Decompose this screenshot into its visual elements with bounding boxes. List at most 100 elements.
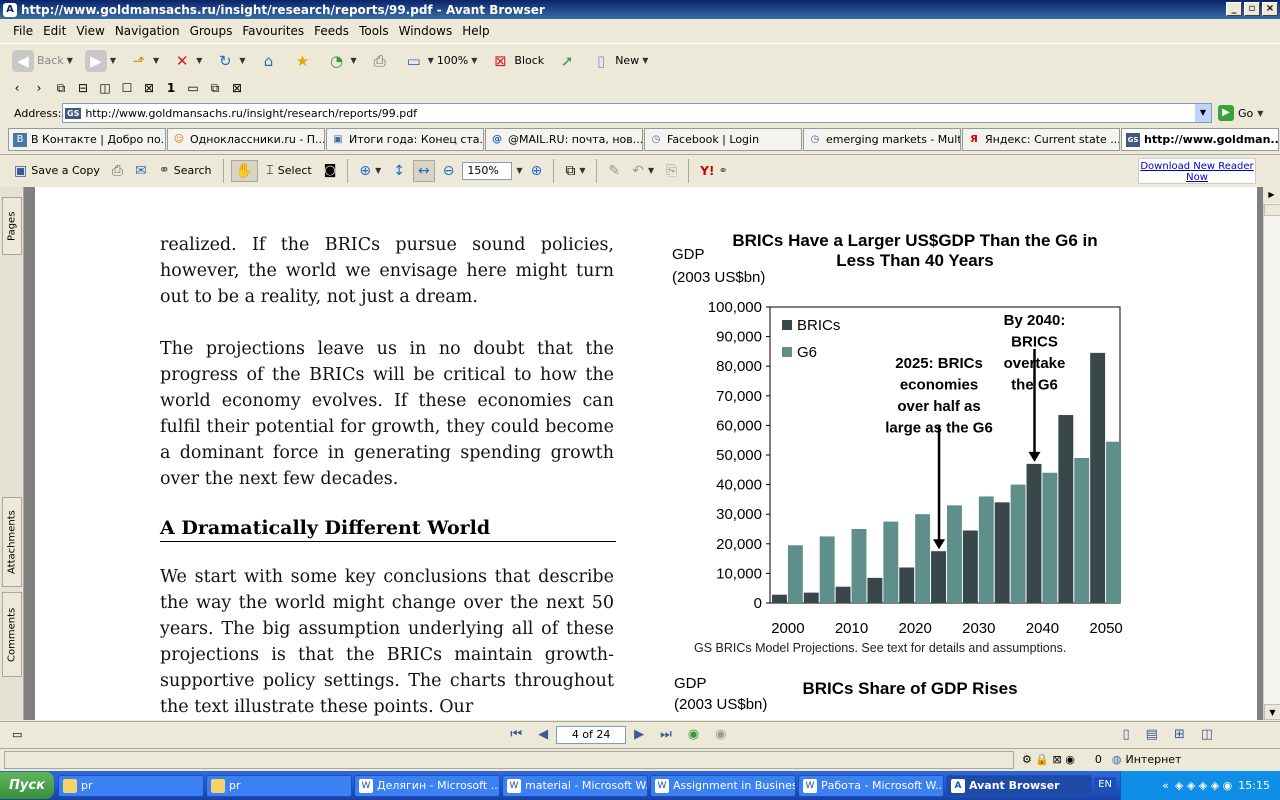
menu-navigation[interactable]: Navigation — [110, 24, 185, 38]
print-pdf-button[interactable]: ⎙ — [108, 161, 127, 181]
panel-toggle-icon[interactable]: ▭ — [12, 728, 22, 741]
select-tool-button[interactable]: ⌶ Select — [262, 161, 316, 180]
new-button[interactable]: ▯ New ▼ — [586, 47, 652, 75]
maximize-tab-icon[interactable]: ☐ — [120, 81, 134, 95]
stop-button[interactable]: ✕ ▼ — [167, 47, 206, 75]
search-button[interactable]: ⚭ Search — [155, 161, 216, 180]
snapshot-button[interactable]: ◙ — [320, 161, 341, 180]
taskbar-avant-browser[interactable]: A Avant Browser — [946, 774, 1092, 797]
menu-edit[interactable]: Edit — [38, 24, 71, 38]
favorites-button[interactable]: ★ — [288, 47, 318, 75]
page-scroll-right-icon[interactable]: ▶ — [1263, 187, 1280, 203]
taskbar-word-rabota[interactable]: W Работа - Microsoft W... — [798, 774, 944, 797]
back-button[interactable]: ◀ Back ▼ — [8, 47, 77, 75]
close-tab-icon[interactable]: ⊠ — [230, 81, 244, 95]
zoom-in-button[interactable]: ⊕ — [527, 161, 547, 181]
avant-browser-icon: A — [951, 778, 965, 793]
prev-view-button[interactable]: ◉ — [680, 727, 707, 742]
continuous-facing-layout-icon[interactable]: ◫ — [1193, 727, 1221, 742]
yahoo-search-button[interactable]: Y! ⚭ — [696, 162, 731, 180]
copy-button[interactable]: ⎘ — [662, 161, 681, 181]
tile-vertical-icon[interactable]: ◫ — [98, 81, 112, 95]
taskbar-word-material[interactable]: Wmaterial - Microsoft W... — [502, 774, 648, 797]
menu-feeds[interactable]: Feeds — [309, 24, 354, 38]
menu-favourites[interactable]: Favourites — [237, 24, 309, 38]
tab-itogi[interactable]: ▣ Итоги года: Конец ста... — [326, 128, 484, 151]
next-window-icon[interactable]: › — [32, 81, 46, 95]
first-page-button[interactable]: ⏮ — [502, 727, 530, 742]
tab-mail-ru[interactable]: @ @MAIL.RU: почта, нов... — [485, 128, 643, 151]
hand-tool-button[interactable]: ✋ — [230, 159, 258, 182]
language-indicator[interactable]: EN — [1094, 777, 1116, 792]
tab-facebook[interactable]: ◷ Facebook | Login — [644, 128, 802, 151]
save-copy-button[interactable]: ▣ Save a Copy — [10, 161, 104, 181]
minimize-tab-icon[interactable]: ▭ — [186, 81, 200, 95]
start-button[interactable]: Пуск — [0, 772, 54, 799]
zoom-button[interactable]: ▭ ▼ 100% ▼ — [399, 47, 482, 75]
undo-button[interactable]: ↶ ▼ — [628, 161, 658, 181]
taskbar-word-assignment[interactable]: WAssignment in Business... — [650, 774, 796, 797]
continuous-layout-icon[interactable]: ▤ — [1138, 727, 1166, 742]
rotate-button[interactable]: ⧉ ▼ — [561, 161, 589, 181]
comments-tab[interactable]: Comments — [2, 592, 22, 677]
green-arrow-button[interactable]: ➚ — [552, 47, 582, 75]
close-button[interactable]: × — [1262, 2, 1278, 16]
address-url[interactable]: http://www.goldmansachs.ru/insight/resea… — [85, 107, 417, 120]
menu-view[interactable]: View — [71, 24, 109, 38]
forward-button[interactable]: ▶ ▼ — [81, 47, 120, 75]
tile-horizontal-icon[interactable]: ⊟ — [76, 81, 90, 95]
taskbar-folder-pr-2[interactable]: ▭ pr — [206, 774, 352, 797]
download-reader-link[interactable]: Download New Reader Now — [1138, 158, 1256, 184]
close-all-icon[interactable]: ⊠ — [142, 81, 156, 95]
attachments-tab[interactable]: Attachments — [2, 497, 22, 587]
menu-windows[interactable]: Windows — [394, 24, 458, 38]
facing-layout-icon[interactable]: ⊞ — [1166, 727, 1193, 742]
vertical-scrollbar[interactable]: ▲ ▼ — [1263, 187, 1280, 720]
next-page-button[interactable]: ▶ — [626, 727, 652, 742]
tab-vkontakte[interactable]: BВ Контакте | Добро по... — [8, 128, 166, 151]
restore-tab-icon[interactable]: ⧉ — [208, 81, 222, 96]
taskbar-word-delyagin[interactable]: W Делягин - Microsoft ... — [354, 774, 500, 797]
last-page-button[interactable]: ⏭ — [652, 727, 680, 742]
zoom-level-input[interactable]: 150% — [462, 161, 513, 180]
single-page-layout-icon[interactable]: ▯ — [1115, 727, 1138, 742]
menu-file[interactable]: File — [8, 24, 38, 38]
single-window-icon[interactable]: 1 — [164, 81, 178, 95]
minimize-button[interactable]: _ — [1226, 2, 1242, 16]
scroll-thumb[interactable] — [1264, 204, 1280, 216]
menu-help[interactable]: Help — [457, 24, 494, 38]
zoom-out-button[interactable]: ⊖ — [439, 161, 459, 181]
cascade-icon[interactable]: ⧉ — [54, 81, 68, 96]
go-button[interactable]: ▶ Go ▼ — [1218, 105, 1263, 121]
menu-tools[interactable]: Tools — [354, 24, 394, 38]
tab-goldman[interactable]: GS http://www.goldman... — [1121, 128, 1279, 151]
tab-yandex[interactable]: Я Яндекс: Current state ... — [962, 128, 1120, 151]
tab-emerging-markets[interactable]: ◷ emerging markets - Mult... — [803, 128, 961, 151]
email-button[interactable]: ✉ — [131, 161, 151, 181]
refresh-button[interactable]: ↻ ▼ — [210, 47, 249, 75]
pages-tab[interactable]: Pages — [2, 197, 22, 255]
zoom-dropdown-icon[interactable]: ▼ — [516, 166, 522, 175]
history-button[interactable]: ◔ ▼ — [322, 47, 361, 75]
next-view-button[interactable]: ◉ — [707, 727, 734, 742]
tray-expand-icon[interactable]: « — [1162, 779, 1169, 792]
address-input[interactable]: GS http://www.goldmansachs.ru/insight/re… — [62, 103, 1212, 123]
scroll-down-arrow-icon[interactable]: ▼ — [1264, 704, 1280, 720]
maximize-button[interactable]: ▫ — [1244, 2, 1260, 16]
fit-page-button[interactable]: ↕ — [389, 161, 409, 181]
prev-window-icon[interactable]: ‹ — [10, 81, 24, 95]
menu-groups[interactable]: Groups — [185, 24, 238, 38]
print-button[interactable]: ⎙ — [365, 47, 395, 75]
block-button[interactable]: ⊠ Block — [485, 47, 548, 75]
taskbar-folder-pr-1[interactable]: ▭ pr — [58, 774, 204, 797]
home-button[interactable]: ⌂ — [254, 47, 284, 75]
tray-app-icons[interactable]: ◈ ◈ ◈ ◈ ◉ — [1175, 779, 1232, 792]
tab-odnoklassniki[interactable]: ☺ Одноклассники.ru - П... — [167, 128, 325, 151]
fit-width-button[interactable]: ↔ — [412, 159, 435, 182]
up-button[interactable]: ⬏ ▼ — [124, 47, 163, 75]
page-number-input[interactable]: 4 of 24 — [556, 725, 627, 744]
address-dropdown-icon[interactable]: ▼ — [1195, 104, 1211, 122]
zoom-in-tool-button[interactable]: ⊕ ▼ — [355, 161, 385, 181]
sign-button[interactable]: ✎ — [604, 161, 624, 181]
prev-page-button[interactable]: ◀ — [530, 727, 556, 742]
